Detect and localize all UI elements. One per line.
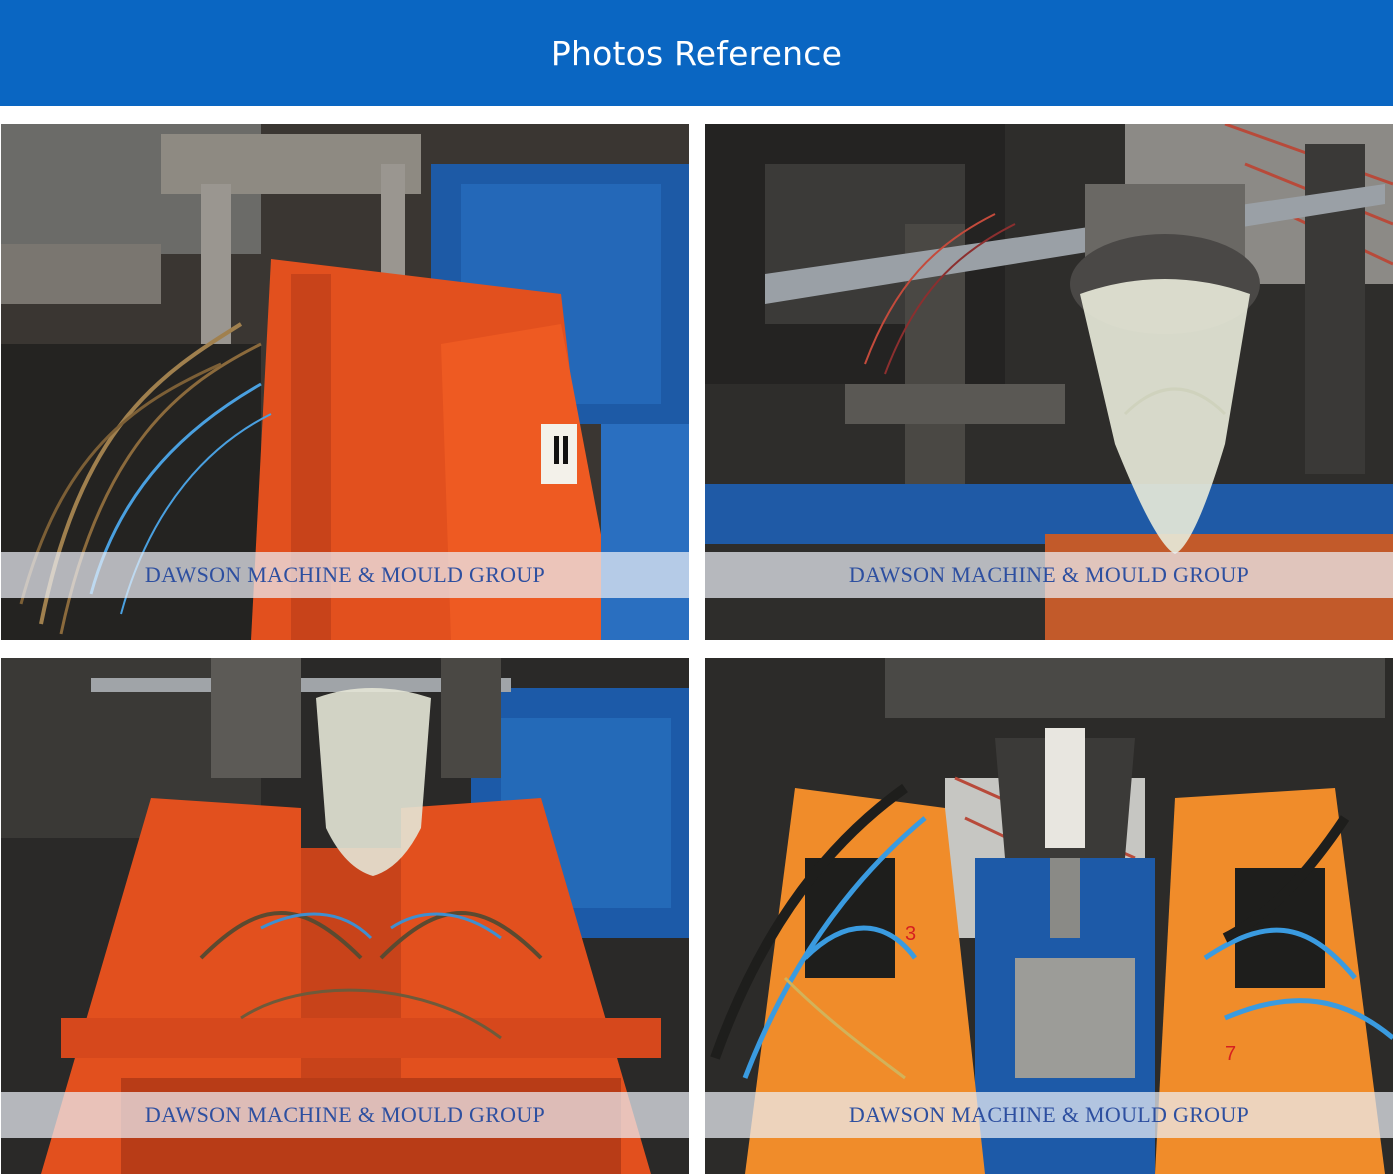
watermark-band: DAWSON MACHINE & MOULD GROUP — [1, 552, 689, 598]
watermark-text: DAWSON MACHINE & MOULD GROUP — [848, 562, 1250, 587]
page-title: Photos Reference — [550, 33, 843, 73]
watermark-text: DAWSON MACHINE & MOULD GROUP — [144, 1102, 546, 1127]
mould-number-7: 7 — [1225, 1043, 1236, 1065]
photo-2: DAWSON MACHINE & MOULD GROUP — [705, 124, 1393, 640]
photo-3: DAWSON MACHINE & MOULD GROUP — [1, 658, 689, 1174]
watermark-band: DAWSON MACHINE & MOULD GROUP — [705, 552, 1393, 598]
watermark-band: DAWSON MACHINE & MOULD GROUP — [1, 1092, 689, 1138]
mould-number-3: 3 — [905, 923, 916, 945]
photo-4: 3 7 DAWSON MACHINE & MOULD GROUP — [705, 658, 1393, 1174]
watermark-text: DAWSON MACHINE & MOULD GROUP — [848, 1102, 1250, 1127]
photo-1: DAWSON MACHINE & MOULD GROUP — [1, 124, 689, 640]
page-header: Photos Reference — [0, 0, 1393, 106]
watermark-text: DAWSON MACHINE & MOULD GROUP — [144, 562, 546, 587]
watermark-band: DAWSON MACHINE & MOULD GROUP — [705, 1092, 1393, 1138]
